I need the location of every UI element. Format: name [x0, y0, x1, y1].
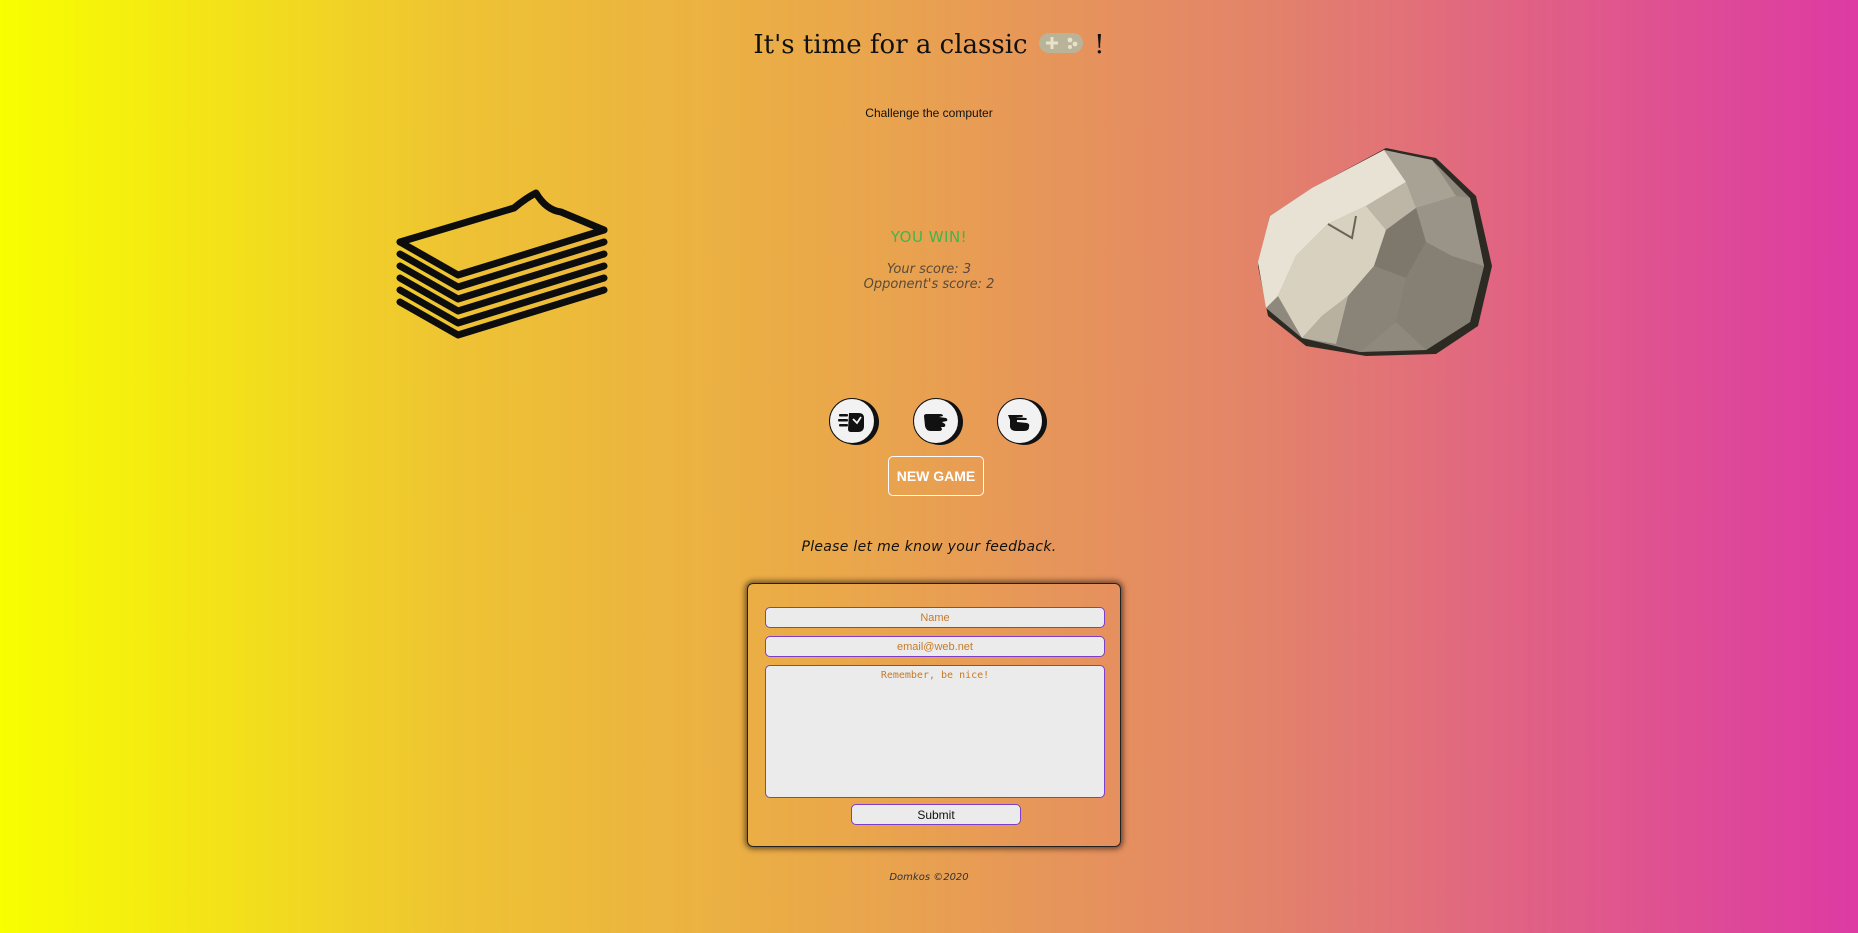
message-field[interactable]	[765, 665, 1105, 798]
open-hand-icon	[924, 414, 948, 431]
submit-button[interactable]: Submit	[851, 804, 1021, 825]
opponent-score: Opponent's score: 2	[863, 277, 995, 292]
feedback-heading: Please let me know your feedback.	[801, 539, 1057, 555]
rock-icon	[1256, 146, 1492, 358]
name-field[interactable]	[765, 607, 1105, 628]
score-board: Your score: 3 Opponent's score: 2	[0, 262, 1858, 292]
your-score: Your score: 3	[886, 262, 972, 277]
result-text: YOU WIN!	[890, 228, 968, 246]
new-game-button[interactable]: NEW GAME	[888, 456, 984, 496]
email-field[interactable]	[765, 636, 1105, 657]
scissors-hand-icon	[1008, 415, 1030, 431]
subtitle: Challenge the computer	[865, 106, 993, 120]
feedback-form: Submit	[747, 583, 1121, 847]
rock-choice-button[interactable]	[829, 398, 875, 444]
title-exclamation: !	[1094, 30, 1105, 60]
choice-buttons	[828, 398, 1048, 446]
title-text: It's time for a classic	[753, 30, 1028, 60]
gamepad-icon	[1038, 31, 1084, 62]
fist-icon	[838, 413, 864, 432]
page-title: It's time for a classic !	[0, 30, 1858, 62]
footer-copyright: Domkos ©2020	[889, 872, 969, 883]
paper-choice-button[interactable]	[913, 398, 959, 444]
scissors-choice-button[interactable]	[997, 398, 1043, 444]
